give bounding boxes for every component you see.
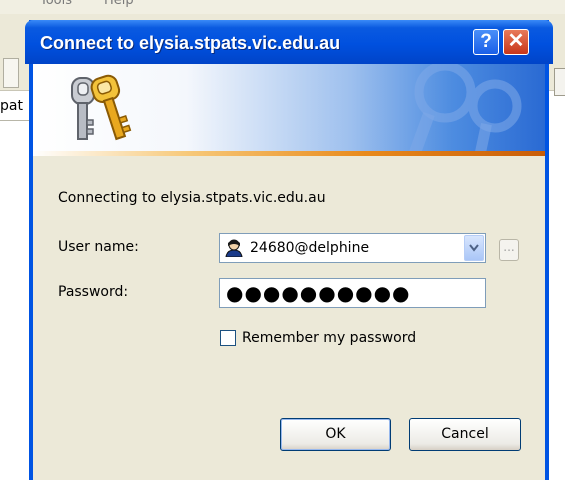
- toolbar-button-right[interactable]: [554, 68, 565, 96]
- remember-password-checkbox[interactable]: [220, 330, 236, 346]
- password-field[interactable]: ●●●●●●●●●●: [219, 278, 486, 308]
- toolbar-button-left[interactable]: [3, 58, 19, 88]
- username-label: User name:: [58, 239, 139, 255]
- keys-watermark-icon: [402, 64, 522, 154]
- chevron-down-icon: [469, 244, 479, 252]
- menu-item-tools[interactable]: Tools: [40, 0, 72, 8]
- menu-item-help[interactable]: Help: [104, 0, 134, 8]
- cancel-button[interactable]: Cancel: [409, 418, 521, 451]
- help-button[interactable]: ?: [473, 29, 499, 55]
- username-value: 24680@delphine: [250, 240, 370, 256]
- menu-item-edge: y: [0, 0, 2, 8]
- password-label: Password:: [58, 284, 129, 300]
- ok-button[interactable]: OK: [280, 418, 391, 451]
- remember-password-label[interactable]: Remember my password: [242, 330, 416, 346]
- password-value: ●●●●●●●●●●: [226, 281, 411, 305]
- user-icon: [225, 239, 243, 257]
- username-dropdown-button[interactable]: [464, 235, 484, 261]
- close-button[interactable]: ✕: [503, 29, 529, 55]
- dialog-title: Connect to elysia.stpats.vic.edu.au: [40, 33, 341, 53]
- browser-menubar: y Tools Help: [0, 0, 565, 14]
- connecting-message: Connecting to elysia.stpats.vic.edu.au: [58, 190, 326, 206]
- keys-icon: [71, 74, 132, 141]
- banner-accent-stripe: [33, 151, 545, 156]
- background-address-text: pat: [0, 98, 23, 114]
- username-combobox[interactable]: 24680@delphine: [219, 233, 486, 263]
- browse-user-button[interactable]: ...: [499, 239, 519, 261]
